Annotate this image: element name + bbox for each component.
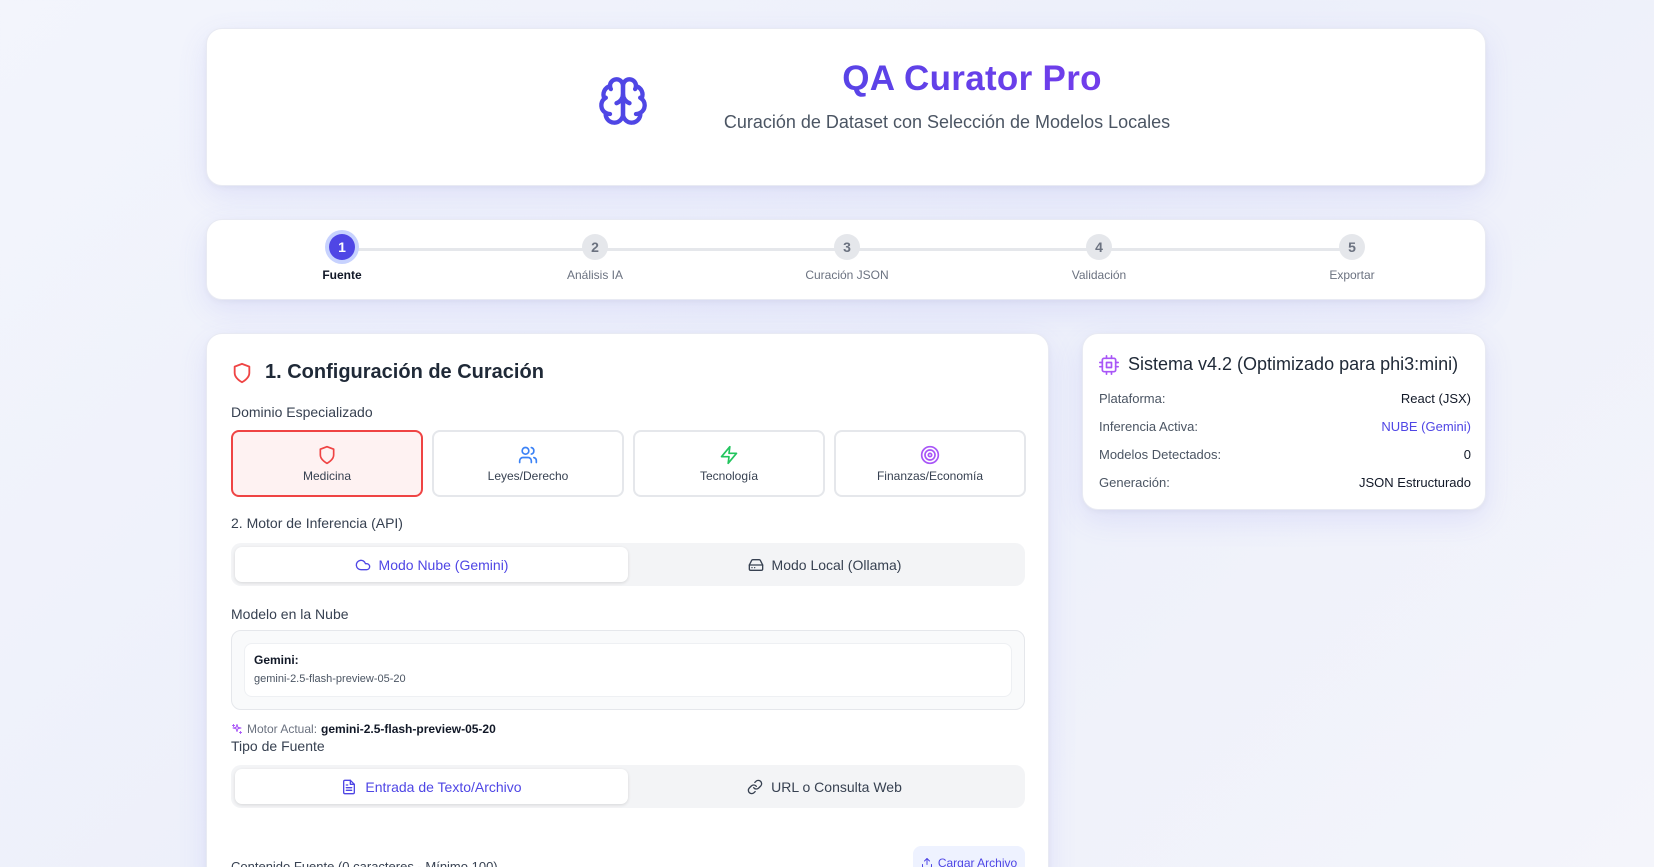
step-number: 2 [582,234,608,260]
header-card: QA Curator Pro Curación de Dataset con S… [206,28,1486,186]
system-row: Inferencia Activa: NUBE (Gemini) [1099,419,1471,434]
system-row-value: React (JSX) [1400,391,1471,406]
domain-label: Dominio Especializado [231,404,373,420]
system-title: Sistema v4.2 (Optimizado para phi3:mini) [1128,354,1459,374]
content-label: Contenido Fuente (0 caracteres - Mínimo … [231,859,498,867]
domain-label: Finanzas/Economía [876,468,984,483]
stepper: 1 Fuente 2 Análisis IA 3 Curación JSON 4… [206,219,1486,300]
upload-file-button[interactable]: Cargar Archivo [913,846,1025,867]
mode-cloud-button[interactable]: Modo Nube (Gemini) [235,547,628,582]
config-title: 1. Configuración de Curación [265,361,544,383]
domain-label: Tecnología [699,468,759,483]
cloud-model-label: Modelo en la Nube [231,606,349,622]
model-id: gemini-2.5-flash-preview-05-20 [254,673,406,685]
mode-label: Modo Local (Ollama) [771,556,902,573]
file-text-icon [343,779,356,794]
step-label: Curación JSON [805,268,889,282]
sparkles-icon [232,724,242,734]
domain-label: Leyes/Derecho [487,468,569,483]
system-row-label: Plataforma: [1099,391,1166,406]
source-text-button[interactable]: Entrada de Texto/Archivo [235,769,628,804]
step-label: Fuente [322,268,362,282]
shield-icon [319,445,335,464]
cpu-icon [1099,354,1119,375]
system-row: Plataforma: React (JSX) [1099,391,1471,406]
system-row: Modelos Detectados: 0 [1099,447,1471,462]
config-heading: 1. Configuración de Curación [231,361,544,384]
system-row: Generación: JSON Estructurado [1099,475,1471,490]
step-fuente[interactable]: 1 Fuente [272,234,412,282]
step-number: 5 [1339,234,1365,260]
step-label: Validación [1071,268,1127,282]
domain-label: Medicina [302,468,352,483]
step-validacion[interactable]: 4 Validación [1029,234,1169,282]
step-label: Exportar [1329,268,1375,282]
domain-finanzas[interactable]: Finanzas/Economía [834,430,1026,497]
mode-label: Modo Nube (Gemini) [378,556,509,573]
source-url-button[interactable]: URL o Consulta Web [628,769,1021,804]
source-toggle: Entrada de Texto/Archivo URL o Consulta … [231,765,1025,808]
step-number: 1 [329,234,355,260]
domain-medicina[interactable]: Medicina [231,430,423,497]
model-box: Gemini: gemini-2.5-flash-preview-05-20 [231,630,1025,710]
zap-icon [720,445,738,464]
source-type-label: Tipo de Fuente [231,738,325,754]
step-curacion[interactable]: 3 Curación JSON [777,234,917,282]
system-card: Sistema v4.2 (Optimizado para phi3:mini)… [1082,333,1486,510]
link-icon [747,779,763,794]
domain-leyes[interactable]: Leyes/Derecho [432,430,624,497]
engine-toggle: Modo Nube (Gemini) Modo Local (Ollama) [231,543,1025,586]
model-name: Gemini: [254,653,299,667]
system-row-label: Modelos Detectados: [1099,447,1222,462]
upload-label: Cargar Archivo [937,856,1018,867]
motor-actual-value: gemini-2.5-flash-preview-05-20 [321,722,496,736]
hard-drive-icon [748,558,763,571]
system-row-value: JSON Estructurado [1359,475,1471,490]
upload-icon [921,858,932,867]
step-number: 4 [1086,234,1112,260]
domain-grid: Medicina Leyes/Derecho Tecnología Finanz… [231,430,1026,497]
domain-tecnologia[interactable]: Tecnología [633,430,825,497]
source-label: URL o Consulta Web [771,778,902,795]
config-card: 1. Configuración de Curación Dominio Esp… [206,333,1049,867]
app-subtitle: Curación de Dataset con Selección de Mod… [723,112,1171,132]
system-row-label: Generación: [1099,475,1170,490]
shield-icon [233,362,251,383]
app-title: QA Curator Pro [742,59,1202,99]
system-heading: Sistema v4.2 (Optimizado para phi3:mini) [1099,354,1458,375]
model-option[interactable]: Gemini: gemini-2.5-flash-preview-05-20 [244,643,1012,697]
source-label: Entrada de Texto/Archivo [365,778,522,795]
step-exportar[interactable]: 5 Exportar [1282,234,1422,282]
target-icon [920,445,940,464]
step-label: Análisis IA [566,268,624,282]
step-analisis[interactable]: 2 Análisis IA [525,234,665,282]
system-row-label: Inferencia Activa: [1099,419,1198,434]
motor-actual-prefix: Motor Actual: [247,722,318,736]
motor-actual: Motor Actual: gemini-2.5-flash-preview-0… [231,722,496,736]
users-icon [518,446,538,463]
cloud-icon [355,559,370,570]
mode-local-button[interactable]: Modo Local (Ollama) [628,547,1021,582]
step-number: 3 [834,234,860,260]
system-row-value: NUBE (Gemini) [1381,419,1471,434]
engine-label: 2. Motor de Inferencia (API) [231,515,403,531]
system-row-value: 0 [1463,447,1471,462]
